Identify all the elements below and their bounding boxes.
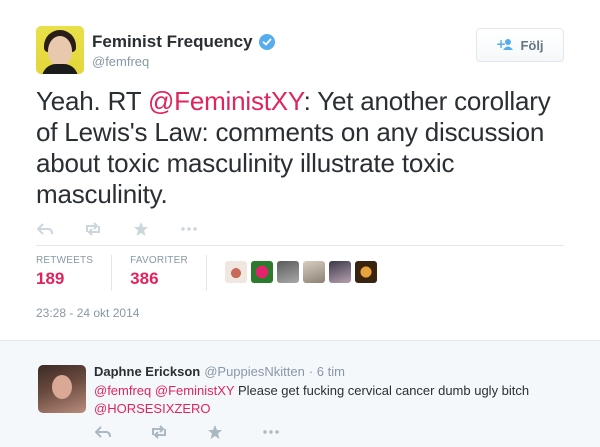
tweet-actions	[36, 220, 198, 238]
reply-icon[interactable]	[36, 220, 54, 238]
reply-header: Daphne Erickson @PuppiesNkitten · 6 tim	[94, 364, 345, 379]
favorite-icon[interactable]	[132, 220, 150, 238]
reply-icon[interactable]	[94, 423, 112, 441]
favoriter-avatar[interactable]	[224, 261, 247, 283]
tweet-stats: RETWEETS 189 FAVORITER 386	[36, 255, 377, 291]
author-avatar[interactable]	[36, 26, 84, 74]
favorites-count: 386	[130, 269, 159, 288]
follow-button[interactable]: + Följ	[476, 28, 564, 62]
mention-link[interactable]: @femfreq	[94, 383, 151, 398]
retweet-icon[interactable]	[84, 220, 102, 238]
favorite-icon[interactable]	[206, 423, 224, 441]
reply-text-part: Please get fucking cervical cancer dumb …	[234, 383, 530, 398]
tweet-card: Feminist Frequency @femfreq + Följ Yeah.…	[0, 0, 600, 340]
favoriter-avatars	[224, 261, 377, 283]
reply-text: @femfreq @FeministXY Please get fucking …	[94, 382, 564, 418]
favoriter-avatar[interactable]	[328, 261, 351, 283]
reply-author-avatar[interactable]	[38, 365, 86, 413]
avatar-body	[42, 64, 78, 74]
favorites-stat[interactable]: FAVORITER 386	[130, 255, 207, 291]
retweets-label: RETWEETS	[36, 255, 94, 266]
author-name-row: Feminist Frequency	[92, 32, 275, 52]
tweet-text-part: Yeah. RT	[36, 86, 148, 116]
retweet-icon[interactable]	[150, 423, 168, 441]
follow-label: Följ	[520, 37, 544, 53]
reply-author-handle[interactable]: @PuppiesNkitten	[204, 364, 305, 379]
author-handle[interactable]: @femfreq	[92, 54, 149, 69]
mention-link[interactable]: @HORSESIXZERO	[94, 401, 211, 416]
mention-link[interactable]: @FeministXY	[155, 383, 234, 398]
favoriter-avatar[interactable]	[276, 261, 299, 283]
verified-badge-icon	[258, 34, 275, 50]
favoriter-avatar[interactable]	[250, 261, 273, 283]
reply-avatar-face	[52, 375, 72, 399]
tweet-timestamp[interactable]: 23:28 - 24 okt 2014	[36, 306, 139, 320]
author-name[interactable]: Feminist Frequency	[92, 32, 253, 52]
reply-author-name[interactable]: Daphne Erickson	[94, 364, 200, 379]
reply-actions	[94, 423, 280, 441]
reply-section: Daphne Erickson @PuppiesNkitten · 6 tim …	[0, 340, 600, 447]
more-icon[interactable]	[262, 423, 280, 441]
favoriter-avatar[interactable]	[302, 261, 325, 283]
avatar-face	[48, 36, 72, 66]
add-user-icon: +	[496, 37, 514, 53]
mention-link[interactable]: @FeministXY	[148, 86, 304, 116]
reply-time[interactable]: · 6 tim	[309, 364, 345, 379]
favorites-label: FAVORITER	[130, 255, 188, 266]
divider	[36, 245, 564, 246]
retweets-stat[interactable]: RETWEETS 189	[36, 255, 113, 291]
tweet-text: Yeah. RT @FeministXY: Yet another coroll…	[36, 86, 576, 210]
retweets-count: 189	[36, 269, 65, 288]
more-icon[interactable]	[180, 220, 198, 238]
favoriter-avatar[interactable]	[354, 261, 377, 283]
